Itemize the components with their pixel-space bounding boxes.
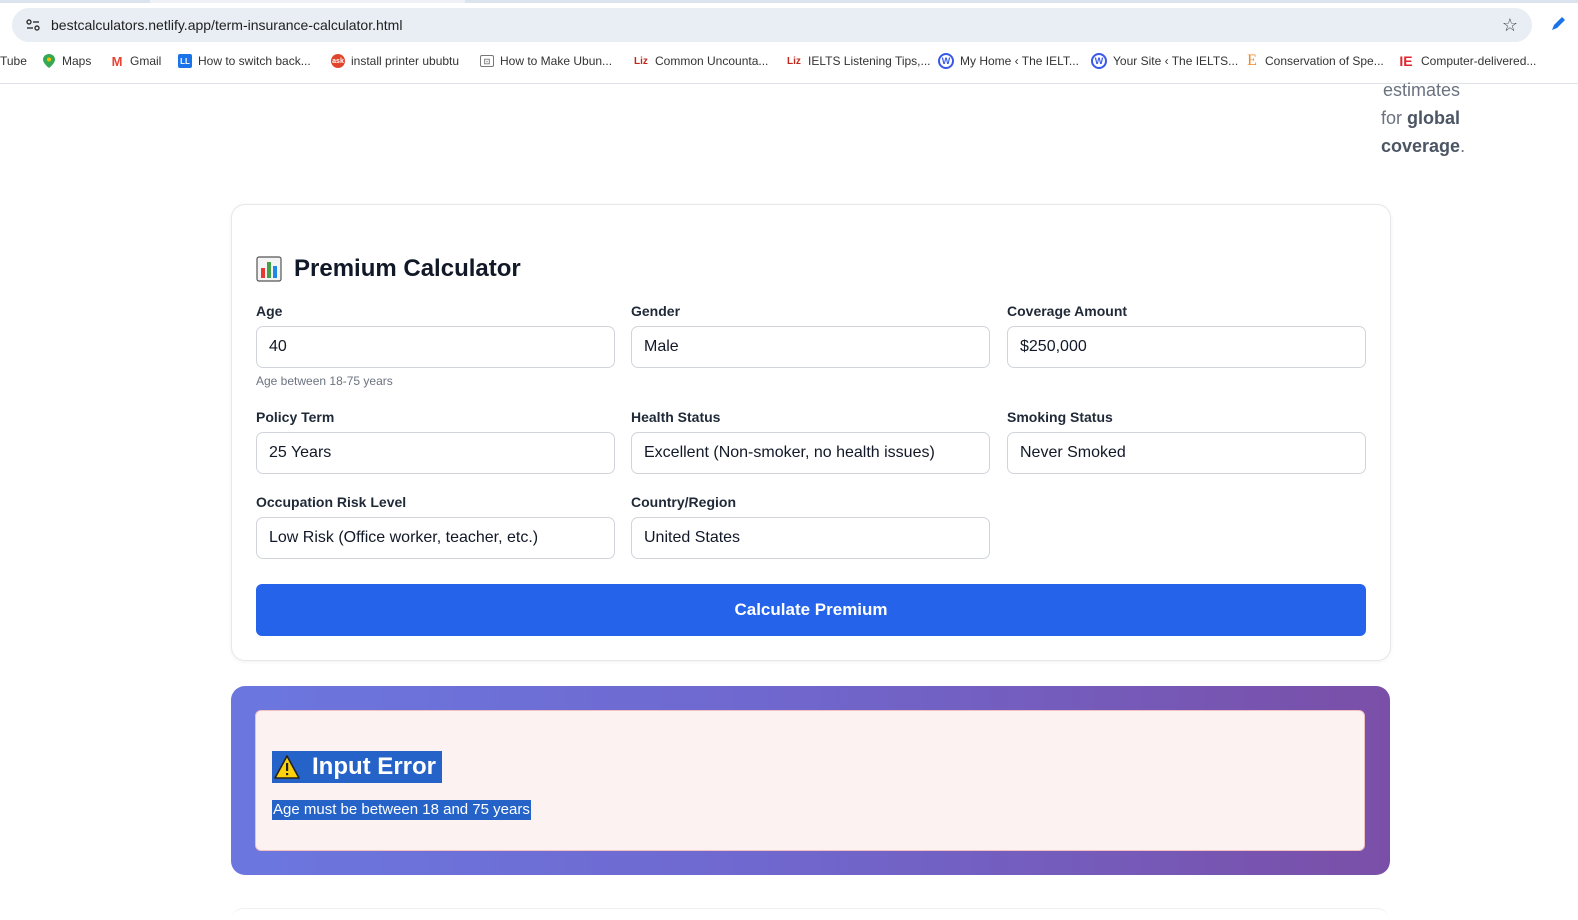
card-title: Premium Calculator	[256, 255, 521, 283]
page-icon: LL	[178, 54, 192, 68]
side-text-snippet: estimates for global coverage.	[1381, 80, 1466, 156]
url-text[interactable]: bestcalculators.netlify.app/term-insuran…	[51, 17, 402, 33]
site-info-icon[interactable]	[24, 16, 42, 34]
bookmark-item[interactable]: Liz IELTS Listening Tips,...	[786, 50, 930, 72]
page-icon: ⊡	[480, 55, 494, 67]
coverage-select[interactable]: $250,000	[1007, 326, 1366, 368]
pen-icon[interactable]	[1548, 14, 1568, 34]
policy-term-select[interactable]: 25 Years	[256, 432, 615, 474]
error-message: Age must be between 18 and 75 years	[272, 800, 531, 820]
occupation-select[interactable]: Low Risk (Office worker, teacher, etc.)	[256, 517, 615, 559]
smoking-status-select[interactable]: Never Smoked	[1007, 432, 1366, 474]
gender-select[interactable]: Male	[631, 326, 990, 368]
occupation-label: Occupation Risk Level	[256, 494, 407, 510]
tab-strip	[0, 0, 1578, 3]
next-section-edge	[231, 908, 1389, 920]
age-hint: Age between 18-75 years	[256, 374, 393, 388]
gender-field-group: Gender Male	[631, 303, 990, 368]
wordpress-icon: W	[938, 53, 954, 69]
smoking-status-field-group: Smoking Status Never Smoked	[1007, 409, 1366, 474]
policy-term-label: Policy Term	[256, 409, 335, 425]
error-title: Input Error	[272, 751, 442, 783]
health-status-field-group: Health Status Excellent (Non-smoker, no …	[631, 409, 990, 474]
e-icon: E	[1247, 52, 1257, 69]
gender-label: Gender	[631, 303, 681, 319]
liz-icon: Liz	[787, 55, 801, 67]
wordpress-icon: W	[1091, 53, 1107, 69]
bookmark-item[interactable]: LL How to switch back...	[178, 50, 311, 72]
bookmark-item[interactable]: W My Home ‹ The IELT...	[938, 50, 1079, 72]
maps-icon	[42, 54, 56, 68]
bookmark-item[interactable]: M Gmail	[110, 50, 162, 72]
bookmark-item[interactable]: ask install printer ububtu	[331, 50, 459, 72]
bookmark-item[interactable]: Tube	[0, 50, 27, 72]
country-select[interactable]: United States	[631, 517, 990, 559]
age-label: Age	[256, 303, 283, 319]
bookmark-star-icon[interactable]: ☆	[1502, 14, 1518, 36]
premium-calculator-card: Premium Calculator Age 40 Age between 18…	[231, 204, 1391, 661]
bookmark-item[interactable]: E Conservation of Spe...	[1245, 50, 1384, 72]
country-field-group: Country/Region United States	[631, 494, 990, 559]
bar-chart-icon	[256, 256, 282, 282]
coverage-field-group: Coverage Amount $250,000	[1007, 303, 1366, 368]
gmail-icon: M	[111, 53, 123, 69]
ask-icon: ask	[331, 54, 345, 68]
health-status-select[interactable]: Excellent (Non-smoker, no health issues)	[631, 432, 990, 474]
bookmark-item[interactable]: Maps	[42, 50, 91, 72]
bookmark-item[interactable]: IE Computer-delivered...	[1397, 50, 1536, 72]
ie-icon: IE	[1399, 53, 1413, 69]
bookmark-item[interactable]: Liz Common Uncounta...	[633, 50, 768, 72]
occupation-field-group: Occupation Risk Level Low Risk (Office w…	[256, 494, 615, 559]
warning-icon	[274, 755, 300, 779]
policy-term-field-group: Policy Term 25 Years	[256, 409, 615, 474]
age-field-group: Age 40 Age between 18-75 years	[256, 303, 615, 388]
coverage-label: Coverage Amount	[1007, 303, 1128, 319]
bookmarks-bar: Tube Maps M Gmail LL How to switch back.…	[0, 50, 1578, 72]
bookmark-item[interactable]: W Your Site ‹ The IELTS...	[1091, 50, 1238, 72]
browser-toolbar: bestcalculators.netlify.app/term-insuran…	[0, 0, 1578, 84]
smoking-status-label: Smoking Status	[1007, 409, 1113, 425]
result-panel: Input Error Age must be between 18 and 7…	[231, 686, 1390, 875]
input-error-box: Input Error Age must be between 18 and 7…	[255, 710, 1365, 851]
bookmark-item[interactable]: ⊡ How to Make Ubun...	[480, 50, 612, 72]
calculate-premium-button[interactable]: Calculate Premium	[256, 584, 1366, 636]
liz-icon: Liz	[634, 55, 648, 67]
country-label: Country/Region	[631, 494, 736, 510]
age-input[interactable]: 40	[256, 326, 615, 368]
health-status-label: Health Status	[631, 409, 721, 425]
address-bar[interactable]: bestcalculators.netlify.app/term-insuran…	[12, 8, 1532, 42]
